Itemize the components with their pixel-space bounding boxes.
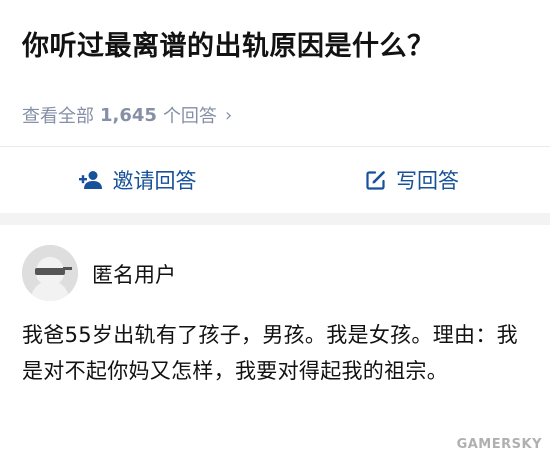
write-answer-button[interactable]: 写回答 bbox=[275, 147, 550, 213]
chevron-right-icon: › bbox=[224, 104, 233, 126]
invite-answer-button[interactable]: 邀请回答 bbox=[0, 147, 275, 213]
action-bar: 邀请回答 写回答 bbox=[0, 147, 550, 213]
answer-card: 匿名用户 我爸55岁出轨有了孩子，男孩。我是女孩。理由：我是对不起你妈又怎样，我… bbox=[0, 225, 550, 460]
view-all-label: 查看全部 bbox=[22, 106, 94, 127]
answer-content[interactable]: 我爸55岁出轨有了孩子，男孩。我是女孩。理由：我是对不起你妈又怎样，我要对得起我… bbox=[22, 317, 537, 389]
view-all-answers-link[interactable]: 查看全部 1,645 个回答 › bbox=[22, 102, 232, 128]
avatar[interactable] bbox=[22, 245, 78, 301]
edit-icon bbox=[366, 170, 386, 190]
invite-answer-label: 邀请回答 bbox=[112, 169, 197, 193]
answer-count-suffix: 个回答 bbox=[162, 106, 217, 127]
section-separator bbox=[0, 213, 550, 225]
question-title[interactable]: 你听过最离谱的出轨原因是什么？ bbox=[22, 24, 435, 63]
write-answer-label: 写回答 bbox=[396, 169, 459, 193]
question-header: 你听过最离谱的出轨原因是什么？ 查看全部 1,645 个回答 › bbox=[0, 0, 550, 146]
watermark: GAMERSKY bbox=[456, 437, 542, 452]
author-name[interactable]: 匿名用户 bbox=[92, 259, 176, 289]
answer-count: 1,645 bbox=[100, 104, 157, 126]
add-person-icon bbox=[78, 170, 103, 190]
